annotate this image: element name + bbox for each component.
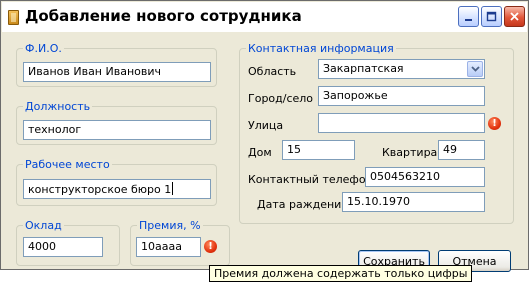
apartment-input[interactable]: 49: [438, 140, 485, 160]
title-bar[interactable]: Добавление нового сотрудника: [2, 2, 527, 32]
bonus-legend: Премия, %: [139, 219, 201, 232]
close-button[interactable]: [504, 6, 525, 27]
region-label: Область: [248, 65, 297, 78]
app-icon: [8, 10, 19, 25]
region-value: Закарпатская: [323, 62, 404, 75]
phone-input[interactable]: 0504563210: [365, 167, 485, 187]
region-dropdown-button[interactable]: [467, 61, 483, 77]
maximize-button[interactable]: [481, 6, 502, 27]
dialog-window: Добавление нового сотрудника Ф.И.О. Иван…: [0, 0, 529, 272]
workplace-input[interactable]: конструкторское бюро 1: [23, 179, 211, 199]
region-combobox[interactable]: Закарпатская: [318, 59, 485, 79]
house-input[interactable]: 15: [282, 140, 355, 160]
apartment-label: Квартира: [382, 146, 438, 159]
workplace-legend: Рабочее место: [25, 158, 110, 171]
birthdate-label: Дата раждения: [257, 198, 348, 211]
city-input[interactable]: Запорожье: [318, 86, 485, 106]
birthdate-input[interactable]: 15.10.1970: [342, 192, 485, 212]
salary-input[interactable]: 4000: [23, 237, 103, 257]
minimize-icon: [465, 19, 472, 21]
text-caret: [172, 182, 174, 195]
fio-input[interactable]: Иванов Иван Иванович: [23, 62, 211, 82]
contact-legend: Контактная информация: [248, 42, 394, 55]
maximize-icon: [486, 11, 497, 22]
window-title: Добавление нового сотрудника: [25, 7, 302, 25]
error-tooltip: Премия должена содержать только цифры: [209, 265, 473, 282]
position-input[interactable]: технолог: [23, 120, 211, 140]
minimize-button[interactable]: [458, 6, 479, 27]
house-label: Дом: [248, 146, 272, 159]
bonus-error-icon[interactable]: !: [204, 240, 217, 253]
street-input[interactable]: [318, 113, 485, 133]
position-legend: Должность: [25, 100, 91, 113]
street-label: Улица: [248, 119, 284, 132]
chevron-down-icon: [470, 66, 480, 72]
fio-legend: Ф.И.О.: [25, 42, 62, 55]
phone-label: Контактный телефон: [248, 173, 373, 186]
city-label: Город/село: [248, 92, 314, 105]
close-icon: [510, 12, 519, 21]
bonus-input[interactable]: 10аааа: [136, 237, 201, 257]
salary-legend: Оклад: [25, 219, 62, 232]
workplace-value: конструкторское бюро 1: [28, 183, 172, 196]
street-error-icon[interactable]: !: [488, 117, 501, 130]
